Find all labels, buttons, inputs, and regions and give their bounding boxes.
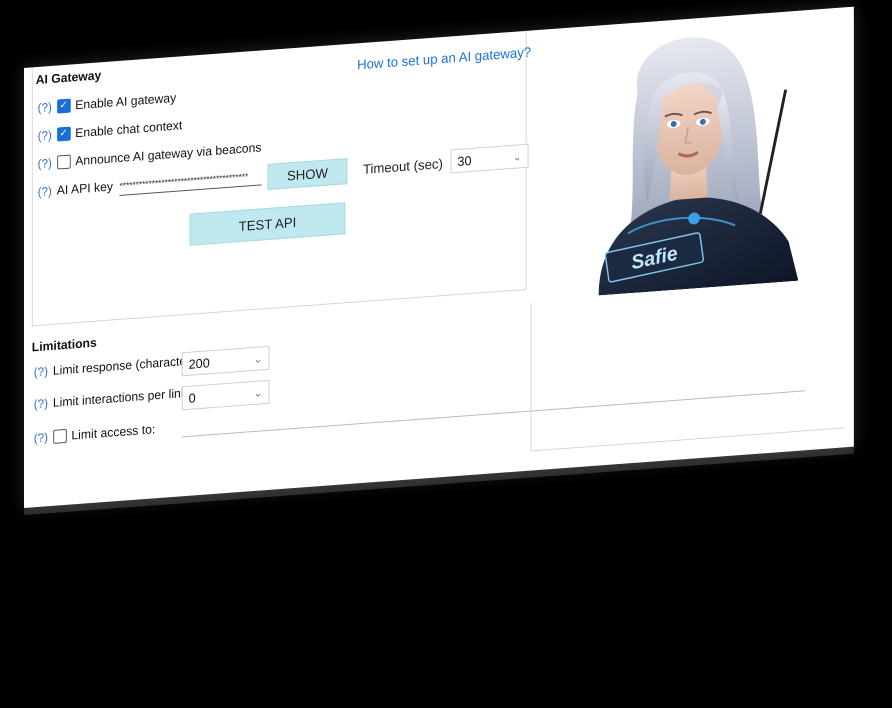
help-marker[interactable]: (?) bbox=[34, 430, 48, 445]
help-marker[interactable]: (?) bbox=[34, 364, 48, 379]
chevron-down-icon: ⌄ bbox=[253, 352, 263, 366]
scene: Limit access to: Limit interactions per … bbox=[0, 0, 892, 708]
enable-chat-context-checkbox[interactable]: ✓ bbox=[56, 126, 71, 142]
limit-access-row: (?) Limit access to: bbox=[34, 422, 156, 445]
help-marker[interactable]: (?) bbox=[38, 156, 52, 171]
limit-access-checkbox[interactable] bbox=[52, 428, 67, 444]
announce-beacons-checkbox[interactable] bbox=[56, 154, 71, 170]
settings-window: AI Gateway How to set up an AI gateway? … bbox=[24, 6, 854, 508]
limit-interactions-row: (?) Limit interactions per link bbox=[34, 386, 187, 411]
limit-access-label: Limit access to: bbox=[71, 422, 156, 443]
enable-gateway-checkbox[interactable]: ✓ bbox=[56, 98, 71, 114]
limit-interactions-value: 0 bbox=[188, 389, 196, 406]
limit-response-select[interactable]: 200 ⌄ bbox=[181, 345, 270, 377]
help-marker[interactable]: (?) bbox=[34, 396, 48, 411]
limit-response-row: (?) Limit response (characters) bbox=[34, 353, 201, 379]
limitations-title: Limitations bbox=[31, 335, 97, 355]
limit-response-value: 200 bbox=[188, 354, 210, 372]
chevron-down-icon: ⌄ bbox=[253, 386, 263, 400]
help-marker[interactable]: (?) bbox=[38, 184, 52, 199]
timeout-value: 30 bbox=[457, 152, 472, 169]
help-marker[interactable]: (?) bbox=[38, 128, 52, 143]
help-marker[interactable]: (?) bbox=[38, 100, 52, 115]
chevron-down-icon: ⌄ bbox=[512, 150, 522, 164]
avatar-portrait: Safie bbox=[569, 10, 813, 298]
access-list-frame bbox=[530, 279, 846, 452]
limit-response-label: Limit response (characters) bbox=[52, 352, 201, 378]
limit-interactions-select[interactable]: 0 ⌄ bbox=[181, 379, 270, 411]
limit-interactions-label: Limit interactions per link bbox=[52, 385, 187, 410]
portrait-illustration: Safie bbox=[598, 37, 799, 296]
